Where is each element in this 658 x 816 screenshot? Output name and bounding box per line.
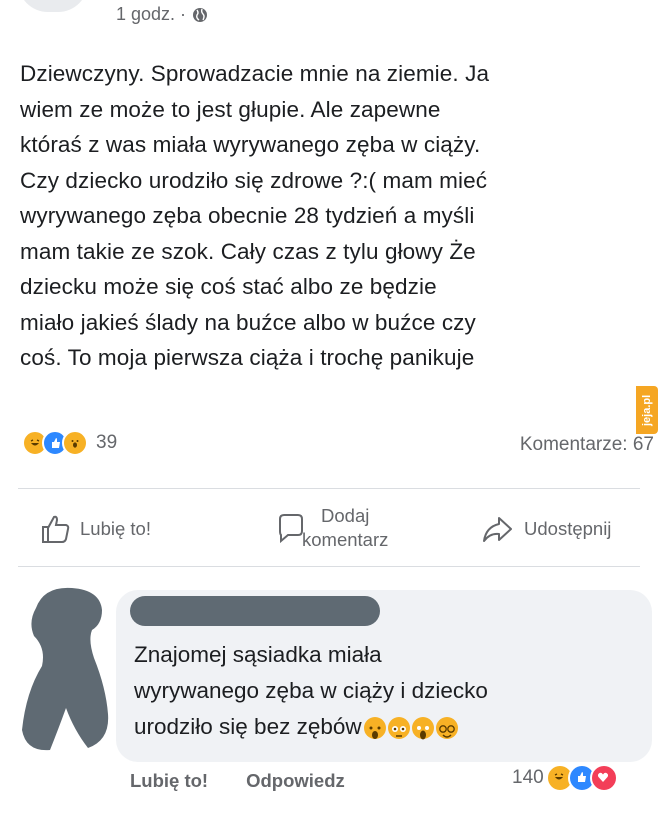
post-text-line: któraś z was miała wyrywanego zęba w cią… [20, 132, 481, 157]
comment-reactions[interactable]: 140 [512, 764, 618, 792]
nerd-face-icon [435, 717, 458, 740]
screaming-face-icon [411, 717, 434, 740]
comment-label-line2: komentarz [302, 529, 389, 550]
post-text-line: Czy dziecko urodziło się zdrowe ?:( mam … [20, 167, 488, 193]
comment-reaction-count: 140 [512, 767, 544, 788]
comment-actions: Lubię to! Odpowiedz [130, 770, 345, 792]
post-text-line: wiem ze może to jest głupie. Ale zapewne [20, 96, 441, 122]
divider [18, 566, 640, 567]
wow-icon [62, 430, 88, 456]
comment-like-link[interactable]: Lubię to! [130, 770, 208, 792]
flushed-face-icon [387, 717, 410, 740]
post-header: 1 godz. · [0, 0, 658, 36]
share-arrow-icon [483, 517, 512, 542]
post-text-line: miało jakieś ślady na buźce albo w buźce… [20, 309, 476, 335]
like-button[interactable]: Lubię to! [38, 512, 151, 546]
comment-text-line: wyrywanego zęba w ciąży i dziecko [134, 678, 488, 703]
post-text-line: wyrywanego zęba obecnie 28 tydzień a myś… [20, 203, 475, 228]
share-label: Udostępnij [524, 518, 612, 539]
share-button[interactable]: Udostępnij [480, 512, 611, 546]
comment-label-line1: Dodaj [321, 505, 370, 526]
commenter-avatar-redacted[interactable] [16, 580, 112, 756]
comment-reply-link[interactable]: Odpowiedz [246, 770, 345, 792]
watermark-logo: jeja.pl [636, 386, 658, 434]
comment-button[interactable]: Dodaj komentarz [274, 504, 388, 552]
post-text-line: dziecku może się coś stać albo ze będzie [20, 274, 437, 299]
thumbs-up-icon [42, 515, 70, 543]
divider [18, 488, 640, 489]
commenter-name-redacted[interactable] [130, 596, 380, 626]
globe-icon [193, 7, 208, 22]
author-avatar-cropped[interactable] [18, 0, 88, 12]
like-label: Lubię to! [80, 518, 151, 539]
post-text-line: coś. To moja pierwsza ciąża i trochę pan… [20, 345, 475, 370]
love-icon [589, 764, 618, 792]
shocked-face-icon [363, 717, 386, 740]
comment-text-line: urodziło się bez zębów [134, 714, 362, 739]
reaction-count: 39 [96, 432, 118, 453]
comment-body: Znajomej sąsiadka miała wyrywanego zęba … [134, 637, 488, 745]
comment-text-line: Znajomej sąsiadka miała [134, 642, 382, 667]
post-body: Dziewczyny. Sprowadzacie mnie na ziemie.… [20, 56, 658, 376]
post-text-line: mam takie ze szok. Cały czas z tylu głow… [20, 238, 476, 264]
comment-text-line-with-emojis: urodziło się bez zębów [134, 709, 488, 745]
post-timestamp[interactable]: 1 godz. · [116, 4, 186, 25]
comments-count[interactable]: Komentarze: 67 [520, 434, 654, 456]
post-text-line: Dziewczyny. Sprowadzacie mnie na ziemie.… [20, 61, 490, 86]
post-meta: 1 godz. · [116, 4, 208, 25]
post-reactions[interactable]: 39 [22, 430, 117, 456]
